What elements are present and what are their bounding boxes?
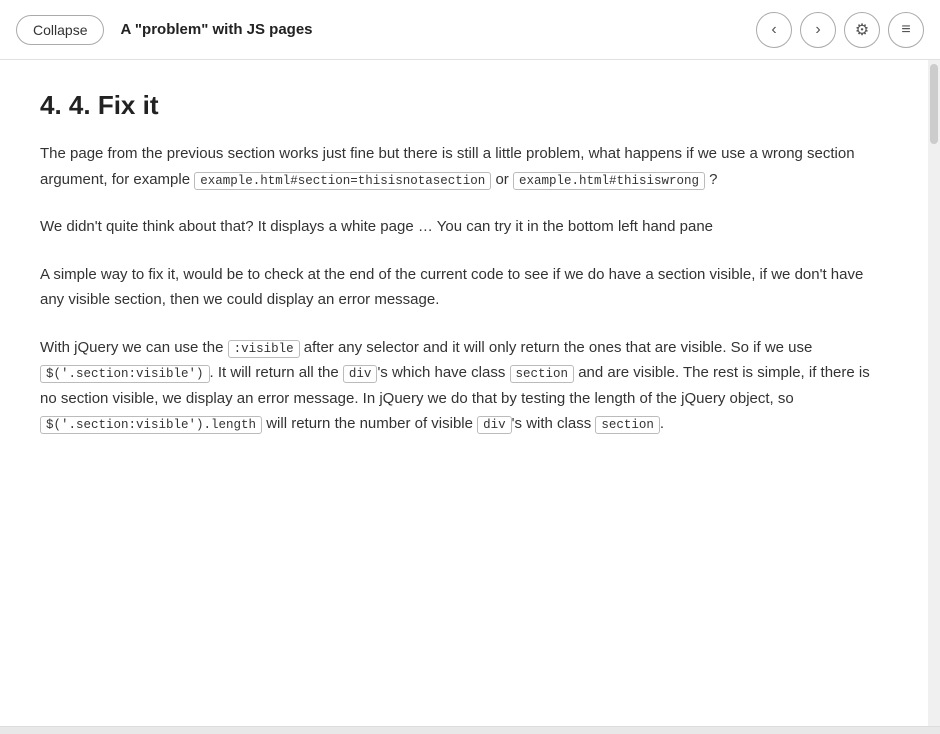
app-container: Collapse A "problem" with JS pages ‹ › ⚙… — [0, 0, 940, 734]
content-panel: 4. 4. Fix it The page from the previous … — [0, 60, 928, 726]
p4-text6: will return the number of visible — [262, 415, 477, 432]
p4-text4: 's which have class — [377, 364, 509, 381]
nav-back-button[interactable]: ‹ — [756, 12, 792, 48]
p4-code-div2: div — [477, 416, 512, 434]
p4-code-section2: section — [595, 416, 660, 434]
main-content: 4. 4. Fix it The page from the previous … — [0, 60, 940, 726]
p1-code1: example.html#section=thisisnotasection — [194, 172, 491, 190]
settings-button[interactable]: ⚙ — [844, 12, 880, 48]
scrollbar-track[interactable] — [928, 60, 940, 726]
paragraph-1: The page from the previous section works… — [40, 141, 888, 192]
page-title: 4. 4. Fix it — [40, 90, 888, 121]
paragraph-4: With jQuery we can use the :visible afte… — [40, 335, 888, 437]
p4-text1: With jQuery we can use the — [40, 339, 228, 356]
scrollbar-thumb[interactable] — [930, 64, 938, 144]
paragraph-2: We didn't quite think about that? It dis… — [40, 214, 888, 240]
p4-text2: after any selector and it will only retu… — [300, 339, 813, 356]
p1-code2: example.html#thisiswrong — [513, 172, 705, 190]
top-nav-right: ‹ › ⚙ ≡ — [756, 12, 924, 48]
p1-text3: ? — [705, 171, 718, 188]
top-nav-left: Collapse A "problem" with JS pages — [16, 15, 313, 45]
nav-forward-button[interactable]: › — [800, 12, 836, 48]
p3-text1: A simple way to fix it, would be to chec… — [40, 266, 863, 309]
p2-text1: We didn't quite think about that? It dis… — [40, 218, 713, 235]
p4-text8: . — [660, 415, 664, 432]
p4-text3: . It will return all the — [210, 364, 343, 381]
p4-code-visible: :visible — [228, 340, 300, 358]
p1-text2: or — [491, 171, 513, 188]
p4-code-length: $('.section:visible').length — [40, 416, 262, 434]
p4-code-section: section — [510, 365, 575, 383]
top-nav: Collapse A "problem" with JS pages ‹ › ⚙… — [0, 0, 940, 60]
nav-title: A "problem" with JS pages — [120, 21, 312, 38]
collapse-button[interactable]: Collapse — [16, 15, 104, 45]
p4-code-div: div — [343, 365, 378, 383]
p4-text7: 's with class — [512, 415, 596, 432]
menu-button[interactable]: ≡ — [888, 12, 924, 48]
bottom-bar — [0, 726, 940, 734]
paragraph-3: A simple way to fix it, would be to chec… — [40, 262, 888, 313]
p4-code-section-visible: $('.section:visible') — [40, 365, 210, 383]
